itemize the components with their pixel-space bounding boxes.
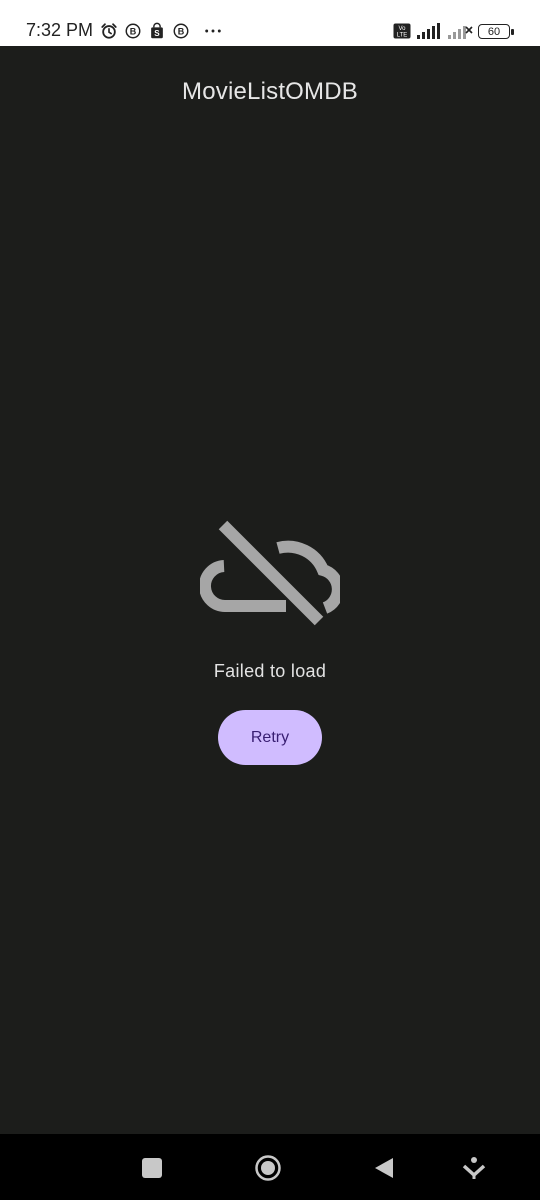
svg-text:B: B <box>178 27 185 37</box>
home-button[interactable] <box>254 1154 282 1182</box>
app-bar: MovieListOMDB <box>0 46 540 138</box>
shopping-bag-icon: S <box>151 22 163 39</box>
back-button[interactable] <box>372 1156 396 1180</box>
status-time: 7:32 PM <box>26 20 94 40</box>
status-notification-icons: B S B <box>100 20 224 42</box>
status-bar: 7:32 PM B S B Vo LTE 60 <box>0 0 540 46</box>
app-title: MovieListOMDB <box>182 78 358 105</box>
alarm-icon <box>101 23 117 39</box>
b-badge-icon: B <box>125 23 141 39</box>
signal-icon <box>417 23 440 39</box>
volte-icon: Vo LTE <box>393 23 411 39</box>
status-system-icons: Vo LTE 60 <box>393 20 514 42</box>
accessibility-button[interactable] <box>462 1156 486 1180</box>
recents-button[interactable] <box>140 1156 164 1180</box>
navigation-bar <box>0 1134 540 1200</box>
signal-no-service-icon <box>448 26 473 39</box>
cloud-off-icon <box>200 520 340 626</box>
svg-text:B: B <box>130 27 137 37</box>
svg-text:S: S <box>154 29 160 38</box>
svg-text:LTE: LTE <box>397 33 408 39</box>
b-badge-icon: B <box>173 23 189 39</box>
error-message: Failed to load <box>213 661 327 681</box>
svg-text:Vo: Vo <box>398 26 406 32</box>
more-dots-icon <box>205 29 221 33</box>
battery-icon: 60 <box>478 23 514 39</box>
retry-button[interactable]: Retry <box>218 710 322 765</box>
